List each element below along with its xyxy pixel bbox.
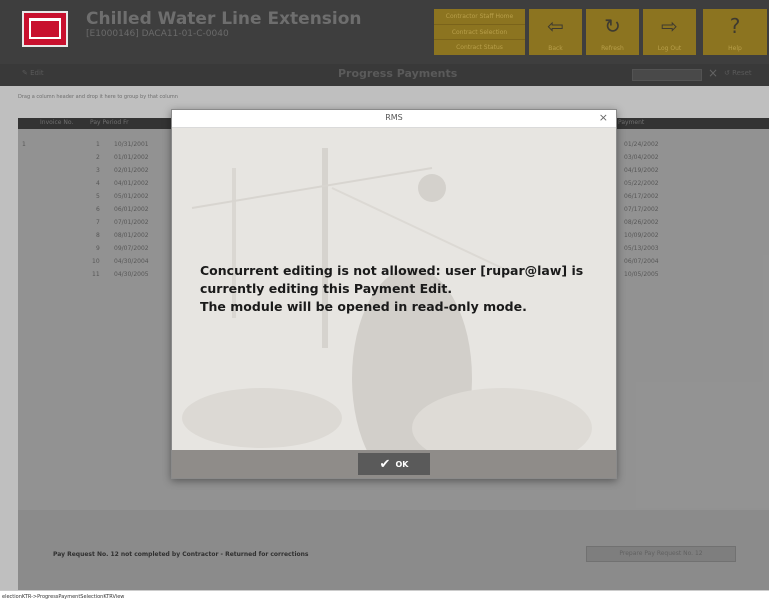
checkmark-icon: ✔ xyxy=(379,456,391,472)
refresh-icon: ↻ xyxy=(604,14,621,38)
help-icon: ? xyxy=(729,14,741,38)
contractor-staff-home-link[interactable]: Contractor Staff Home xyxy=(434,9,525,24)
header-nav-links: Contractor Staff Home Contract Selection… xyxy=(434,9,525,55)
contract-number: [E1000146] DACA11-01-C-0040 xyxy=(86,29,229,39)
contract-status-link[interactable]: Contract Status xyxy=(434,39,525,54)
help-button[interactable]: ? Help xyxy=(703,9,767,55)
logout-button[interactable]: ⇨ Log Out xyxy=(643,9,696,55)
close-icon[interactable]: × xyxy=(599,111,608,124)
navigation-path: electionKTR->ProgressPaymentSelectionKTR… xyxy=(2,594,125,600)
message-line: The module will be opened in read-only m… xyxy=(200,299,527,314)
dialog-message: Concurrent editing is not allowed: user … xyxy=(200,262,600,316)
app-header: Chilled Water Line Extension [E1000146] … xyxy=(0,0,769,64)
logout-icon: ⇨ xyxy=(661,14,678,38)
contract-selection-link[interactable]: Contract Selection xyxy=(434,24,525,39)
message-line: Concurrent editing is not allowed: user … xyxy=(200,263,584,278)
back-button[interactable]: ⇦ Back xyxy=(529,9,582,55)
status-bar: electionKTR->ProgressPaymentSelectionKTR… xyxy=(0,590,769,605)
dialog-body: Concurrent editing is not allowed: user … xyxy=(172,128,616,450)
ok-button[interactable]: ✔ OK xyxy=(358,453,430,475)
usace-logo xyxy=(22,11,68,47)
back-arrow-icon: ⇦ xyxy=(547,14,564,38)
app-title: Chilled Water Line Extension xyxy=(86,9,362,29)
message-line: currently editing this Payment Edit. xyxy=(200,281,453,296)
dialog-footer: ✔ OK xyxy=(172,450,616,478)
refresh-button[interactable]: ↻ Refresh xyxy=(586,9,639,55)
rms-dialog: RMS × Concurrent editing is not allowed:… xyxy=(171,109,617,479)
dialog-title: RMS xyxy=(385,113,403,122)
dialog-title-bar: RMS × xyxy=(172,110,616,128)
